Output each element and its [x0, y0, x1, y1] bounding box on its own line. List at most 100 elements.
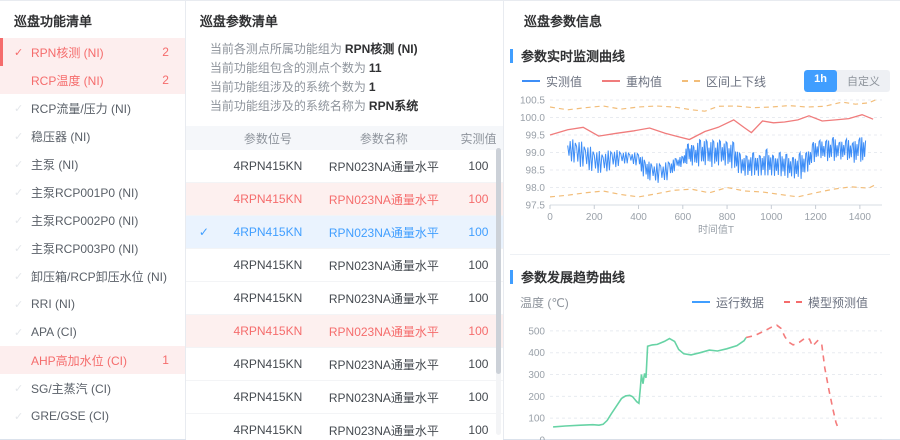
- measured-line: [567, 136, 867, 183]
- parameter-row[interactable]: ✓4RPN415KNRPN023NA通量水平100: [185, 216, 503, 249]
- trend-section-header: 参数发展趋势曲线: [510, 267, 890, 286]
- row-check-icon: ✓: [186, 291, 222, 305]
- summary-value: 11: [368, 61, 382, 75]
- function-list-item[interactable]: ✓ SG/主蒸汽 (CI): [0, 374, 185, 402]
- legend-item[interactable]: 重构值: [602, 73, 662, 90]
- parameter-list-title: 巡盘参数清单: [199, 14, 278, 29]
- function-list-item[interactable]: ✓ GRE/GSE (CI): [0, 402, 185, 430]
- trend-y-axis-label: 温度 (℃): [520, 295, 569, 310]
- table-scrollbar[interactable]: [496, 148, 501, 435]
- check-icon: ✓: [14, 46, 24, 59]
- function-list-item[interactable]: ✓ APA (CI): [0, 318, 185, 346]
- parameter-row[interactable]: ✓4RPN415KNRPN023NA通量水平100: [185, 381, 503, 414]
- parameter-row[interactable]: ✓4RPN415KNRPN023NA通量水平100: [185, 249, 503, 282]
- lower-bound-line: [549, 184, 876, 198]
- parameter-row[interactable]: ✓4RPN415KNRPN023NA通量水平100: [185, 414, 503, 440]
- function-list-item[interactable]: ✓ 卸压箱/RCP卸压水位 (NI): [0, 262, 185, 290]
- function-list-item[interactable]: ✓ 主泵 (NI): [0, 150, 185, 178]
- check-icon: ✓: [14, 270, 24, 283]
- trend-chart-svg[interactable]: 0100200300400500050000100000150002000025…: [514, 310, 890, 440]
- realtime-legend-row: 实测值 重构值 区间上下线 1h 自定义: [510, 70, 890, 92]
- run-data-line: [553, 337, 747, 428]
- parameter-row[interactable]: ✓4RPN415KNRPN023NA通量水平100: [185, 150, 503, 183]
- svg-text:99.5: 99.5: [526, 131, 546, 142]
- function-label: RCP温度 (NI): [31, 73, 104, 88]
- function-list-item[interactable]: ✓ RRI (NI): [0, 290, 185, 318]
- function-list-item[interactable]: ✓ RCP流量/压力 (NI): [0, 94, 185, 122]
- svg-text:1000: 1000: [760, 212, 783, 223]
- function-label: 主泵RCP002P0 (NI): [31, 213, 139, 228]
- svg-text:0: 0: [539, 436, 545, 440]
- svg-text:98.0: 98.0: [526, 183, 546, 194]
- realtime-chart-svg[interactable]: 97.5 98.0 98.5 99.0 99.5 100.0 100.5 0 200 400 600…: [514, 93, 890, 243]
- legend-item[interactable]: 运行数据: [691, 294, 764, 311]
- column-header: 参数名称: [359, 131, 408, 146]
- check-icon: ✓: [14, 410, 24, 423]
- parameter-row[interactable]: ✓4RPN415KNRPN023NA通量水平100: [185, 315, 503, 348]
- row-check-icon: ✓: [186, 324, 222, 338]
- legend-label: 模型预测值: [807, 295, 868, 310]
- svg-text:1200: 1200: [804, 212, 827, 223]
- svg-text:300: 300: [528, 370, 545, 381]
- realtime-section-header: 参数实时监测曲线: [510, 46, 890, 65]
- function-label: GRE/GSE (CI): [31, 409, 110, 423]
- function-list-item[interactable]: ✓AHP高加水位 (CI) 1: [0, 346, 185, 374]
- check-icon: ✓: [14, 354, 31, 367]
- parameter-name: RPN023NA通量水平: [328, 357, 439, 372]
- summary-value: RPN核测 (NI): [344, 42, 418, 56]
- function-label: AHP高加水位 (CI): [31, 353, 128, 368]
- trend-chart-title: 参数发展趋势曲线: [521, 270, 626, 285]
- parameter-name: RPN023NA通量水平: [328, 291, 439, 306]
- parameter-tag: 4RPN415KN: [233, 258, 303, 272]
- parameter-table-body: ✓4RPN415KNRPN023NA通量水平100✓4RPN415KNRPN02…: [185, 150, 503, 440]
- parameter-row[interactable]: ✓4RPN415KNRPN023NA通量水平100: [185, 183, 503, 216]
- summary-line: 当前功能组涉及的系统个数为 1: [209, 80, 376, 94]
- legend-line-swatch: [783, 301, 802, 303]
- svg-text:98.5: 98.5: [526, 166, 546, 177]
- legend-item[interactable]: 模型预测值: [783, 294, 868, 311]
- realtime-chart[interactable]: 97.5 98.0 98.5 99.0 99.5 100.0 100.5 0 200 400 600…: [510, 93, 890, 248]
- svg-text:200: 200: [586, 212, 603, 223]
- parameter-info-panel: 巡盘参数信息 参数实时监测曲线 实测值 重构值 区间上下线 1h 自定义 97.5 98…: [504, 1, 900, 440]
- parameter-name: RPN023NA通量水平: [328, 192, 439, 207]
- parameter-table-header: 参数位号 参数名称 实测值: [185, 126, 503, 150]
- legend-item[interactable]: 实测值: [522, 73, 582, 90]
- svg-text:100.5: 100.5: [520, 96, 545, 107]
- column-header: 实测值: [460, 131, 497, 146]
- function-label: APA (CI): [31, 325, 77, 339]
- legend-item[interactable]: 区间上下线: [682, 73, 766, 90]
- parameter-tag: 4RPN415KN: [233, 192, 303, 206]
- function-label: RCP流量/压力 (NI): [31, 101, 131, 116]
- function-list-item[interactable]: ✓ 主泵RCP002P0 (NI): [0, 206, 185, 234]
- row-check-icon: ✓: [186, 258, 222, 272]
- predicted-line: [745, 324, 839, 429]
- summary-line: 当前各测点所属功能组为 RPN核测 (NI): [209, 42, 418, 56]
- legend-line-swatch: [522, 80, 540, 82]
- function-list-item[interactable]: ✓ 主泵RCP003P0 (NI): [0, 234, 185, 262]
- function-list-item[interactable]: ✓RCP温度 (NI) 2: [0, 66, 185, 94]
- function-label: RPN核测 (NI): [31, 45, 104, 60]
- function-list-item[interactable]: ✓ RPN核测 (NI) 2: [0, 38, 185, 66]
- alert-count-badge: 1: [162, 353, 169, 367]
- function-list-item[interactable]: ✓ 主泵RCP001P0 (NI): [0, 178, 185, 206]
- parameter-name: RPN023NA通量水平: [328, 390, 439, 405]
- inspection-dashboard: 巡盘功能清单 ✓ RPN核测 (NI) 2 ✓ RCP温度 (NI) 2 ✓ RCP流量/压力…: [0, 0, 900, 440]
- trend-chart[interactable]: 0100200300400500050000100000150002000025…: [510, 310, 890, 440]
- function-label: 卸压箱/RCP卸压水位 (NI): [31, 269, 167, 284]
- parameter-row[interactable]: ✓4RPN415KNRPN023NA通量水平100: [185, 282, 503, 315]
- legend-line-swatch: [682, 80, 701, 82]
- check-icon: ✓: [14, 298, 24, 311]
- time-range-switch: 1h 自定义: [804, 70, 890, 92]
- range-button-自定义[interactable]: 自定义: [837, 70, 890, 92]
- parameter-row[interactable]: ✓4RPN415KNRPN023NA通量水平100: [185, 348, 503, 381]
- check-icon: ✓: [14, 214, 24, 227]
- legend-label: 重构值: [626, 74, 663, 89]
- legend-label: 运行数据: [715, 295, 764, 310]
- parameter-name: RPN023NA通量水平: [328, 159, 439, 174]
- table-scrollbar-thumb[interactable]: [496, 148, 501, 374]
- function-list-item[interactable]: ✓ 稳压器 (NI): [0, 122, 185, 150]
- svg-text:500: 500: [528, 326, 545, 337]
- svg-text:800: 800: [719, 212, 736, 223]
- range-button-1h[interactable]: 1h: [804, 70, 837, 92]
- check-icon: ✓: [14, 158, 24, 171]
